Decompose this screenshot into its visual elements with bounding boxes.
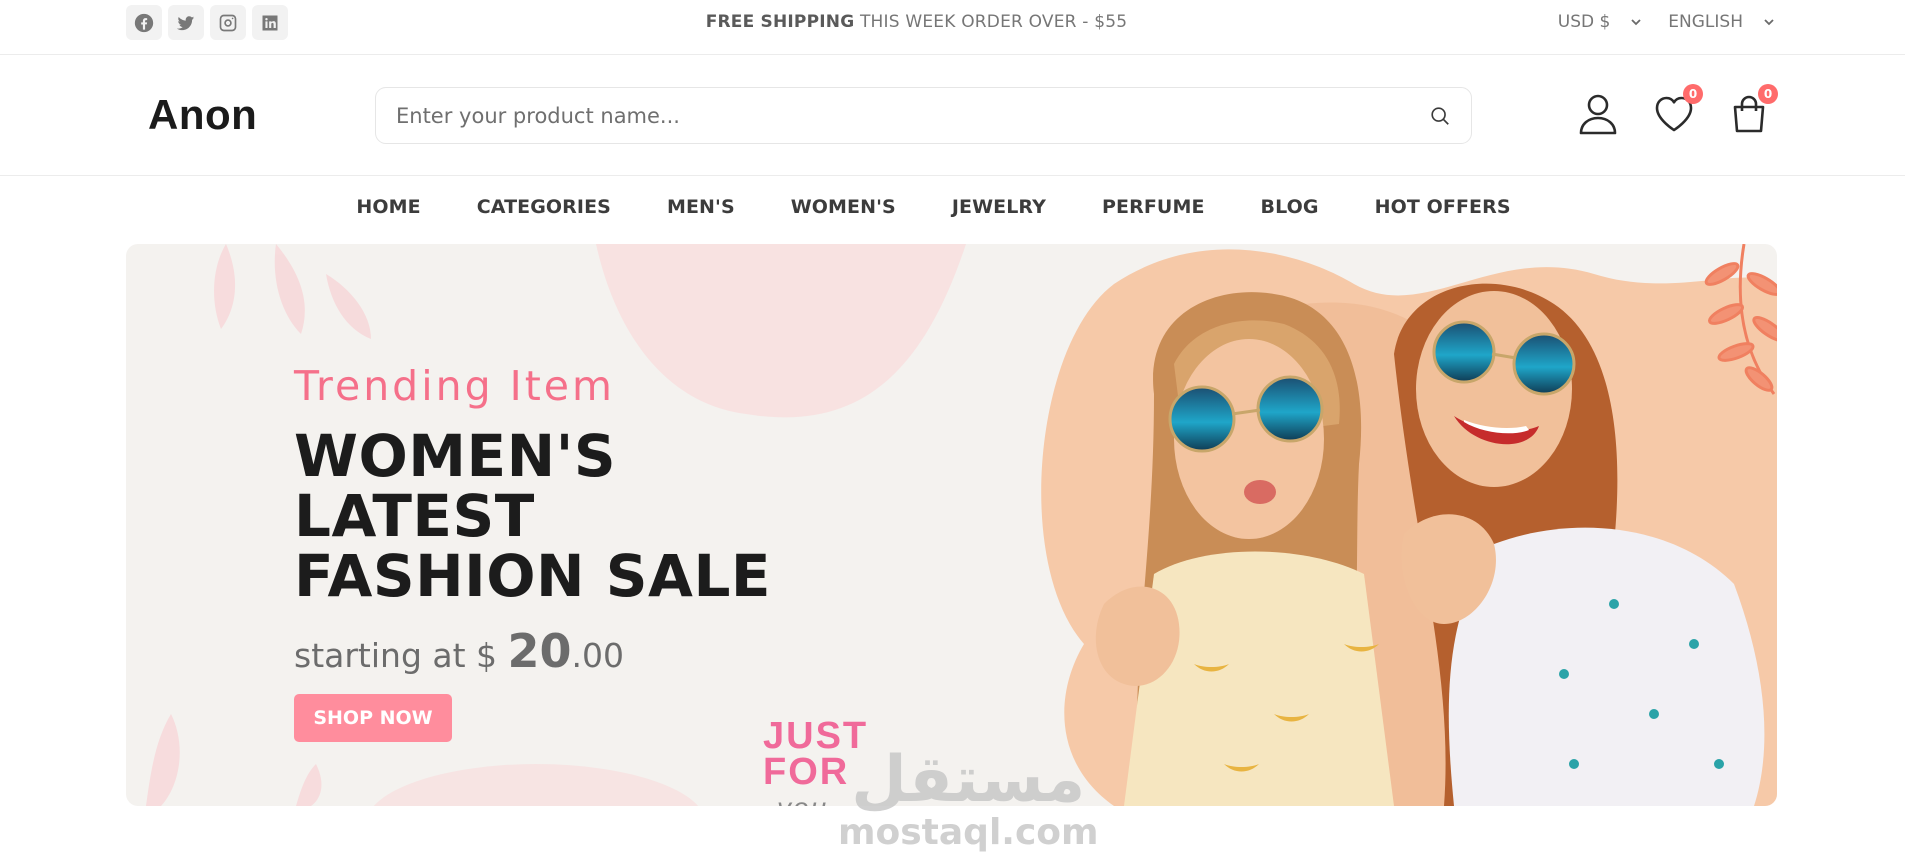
top-bar: FREE SHIPPING THIS WEEK ORDER OVER - $55… bbox=[0, 0, 1905, 55]
hero-price: starting at $ 20.00 bbox=[294, 624, 854, 678]
user-icon bbox=[1579, 94, 1617, 135]
cart-count-badge: 0 bbox=[1758, 84, 1778, 104]
nav-item-hot-offers[interactable]: HOT OFFERS bbox=[1375, 196, 1511, 218]
locale-selectors: USD $ ENGLISH bbox=[1558, 12, 1775, 32]
search-input[interactable] bbox=[376, 88, 1406, 143]
watermark-site: mostaql.com bbox=[838, 812, 1099, 853]
hero-title: WOMEN'S LATEST FASHION SALE bbox=[294, 426, 854, 606]
site-logo[interactable]: Anon bbox=[148, 91, 257, 139]
search-bar bbox=[375, 87, 1472, 144]
hero-title-line-1: WOMEN'S LATEST bbox=[294, 422, 617, 550]
nav-item-womens[interactable]: WOMEN'S bbox=[791, 196, 896, 218]
price-prefix: starting at $ bbox=[294, 636, 498, 675]
shipping-notice-text: THIS WEEK ORDER OVER - $55 bbox=[859, 12, 1128, 32]
hero-banner: Trending Item WOMEN'S LATEST FASHION SAL… bbox=[126, 244, 1777, 806]
nav-item-blog[interactable]: BLOG bbox=[1261, 196, 1319, 218]
search-icon[interactable] bbox=[1429, 105, 1451, 127]
nav-item-jewelry[interactable]: JEWELRY bbox=[952, 196, 1046, 218]
hero-title-line-2: FASHION SALE bbox=[294, 542, 772, 610]
site-watermark: مستقل mostaql.com bbox=[838, 743, 1099, 853]
wishlist-button[interactable]: 0 bbox=[1654, 84, 1703, 135]
shipping-notice-bold: FREE SHIPPING bbox=[705, 12, 855, 32]
watermark-arabic: مستقل bbox=[851, 743, 1086, 817]
wishlist-count-badge: 0 bbox=[1683, 84, 1703, 104]
nav-item-perfume[interactable]: PERFUME bbox=[1102, 196, 1205, 218]
hero-content: Trending Item WOMEN'S LATEST FASHION SAL… bbox=[294, 362, 854, 742]
language-value: ENGLISH bbox=[1668, 12, 1743, 32]
hero-subtitle: Trending Item bbox=[294, 362, 615, 410]
price-whole: 20 bbox=[507, 624, 572, 678]
currency-select[interactable]: USD $ bbox=[1558, 12, 1643, 32]
main-navigation: HOME CATEGORIES MEN'S WOMEN'S JEWELRY PE… bbox=[0, 196, 1905, 218]
nav-item-mens[interactable]: MEN'S bbox=[667, 196, 735, 218]
nav-item-home[interactable]: HOME bbox=[356, 196, 420, 218]
account-button[interactable] bbox=[1578, 93, 1618, 135]
currency-value: USD $ bbox=[1557, 12, 1611, 32]
main-header: Anon 0 0 bbox=[0, 55, 1905, 176]
shop-now-button[interactable]: SHOP NOW bbox=[294, 694, 452, 742]
chevron-down-icon bbox=[1631, 19, 1641, 26]
price-cents: .00 bbox=[571, 636, 625, 675]
cart-button[interactable]: 0 bbox=[1729, 84, 1778, 135]
language-select[interactable]: ENGLISH bbox=[1668, 12, 1775, 32]
nav-item-categories[interactable]: CATEGORIES bbox=[477, 196, 611, 218]
chevron-down-icon bbox=[1764, 19, 1774, 26]
hero-image bbox=[1041, 244, 1777, 806]
